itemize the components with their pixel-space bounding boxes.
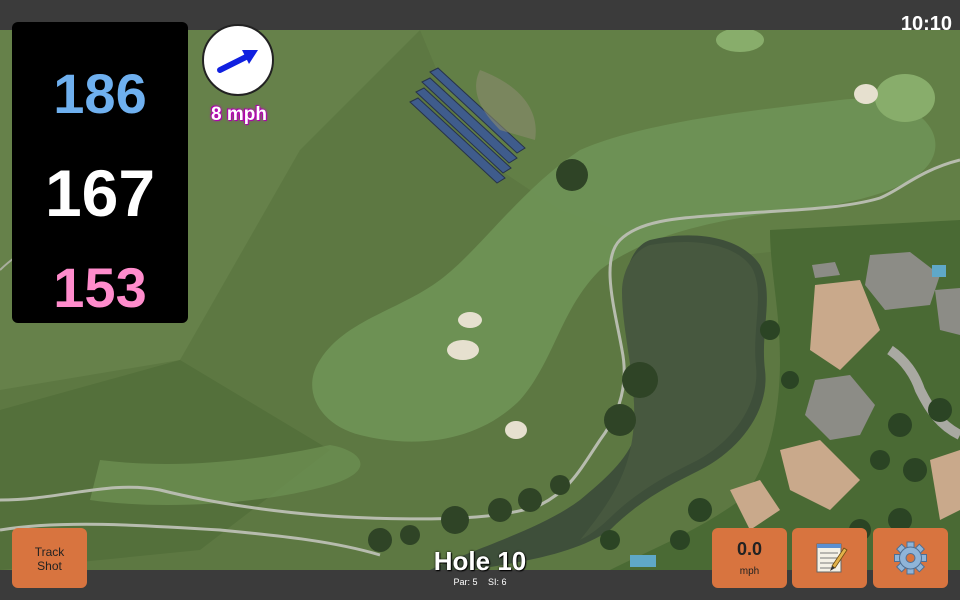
hole-title: Hole 10 (433, 546, 527, 576)
middle-distance: 167 (44, 156, 156, 230)
track-shot-label-line2: Shot (37, 559, 62, 573)
stroke-index-label: SI: 6 (488, 577, 507, 587)
settings-button[interactable] (873, 528, 948, 588)
track-shot-button[interactable]: Track Shot (12, 528, 87, 588)
front-distance: 153 (53, 256, 147, 319)
back-distance: 186 (53, 62, 147, 125)
arrow-icon (217, 50, 258, 73)
distance-panel: 186 167 153 (12, 22, 188, 323)
speed-unit: mph (739, 566, 760, 577)
par-label: Par: 5 (453, 577, 478, 587)
wind-dial (202, 24, 274, 96)
notes-button[interactable] (792, 528, 867, 588)
wind-speed: 8 mph (211, 104, 267, 125)
speed-button[interactable]: 0.0 mph (712, 528, 787, 588)
hole-details: Par: 5 SI: 6 (380, 577, 580, 587)
speed-value: 0.0 (736, 539, 763, 559)
gear-icon (894, 541, 927, 575)
track-shot-label-line1: Track (34, 545, 65, 559)
notepad-icon (816, 543, 848, 573)
